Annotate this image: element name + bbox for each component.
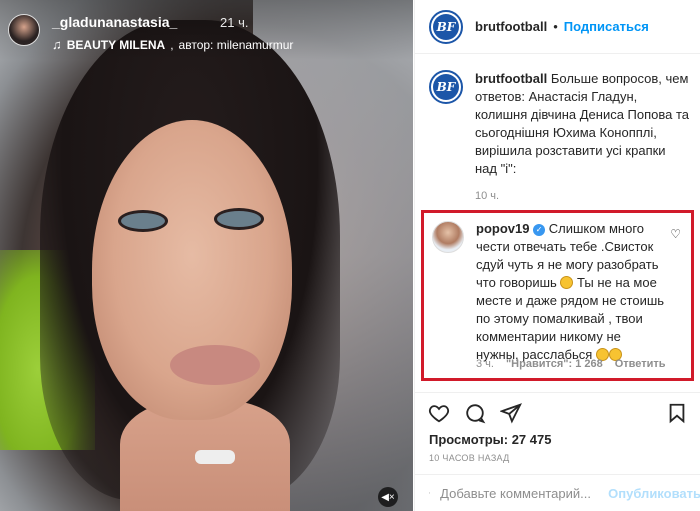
reply-button[interactable]: Ответить (615, 358, 666, 370)
music-author: автор: milenamurmur (178, 37, 294, 52)
music-title: BEAUTY MILENA (66, 37, 166, 52)
view-count[interactable]: Просмотры: 27 475 (429, 432, 551, 447)
comment-likes[interactable]: "Нравится": 1 268 (506, 358, 603, 370)
lips (170, 345, 260, 385)
comment-time[interactable]: 3 ч. (476, 358, 494, 370)
follow-button[interactable]: Подписаться (564, 19, 649, 34)
verified-icon: ✓ (533, 224, 546, 236)
comment-box: Опубликовать (415, 474, 700, 511)
right-eye (214, 208, 264, 230)
brutfootball-avatar[interactable]: BF (429, 9, 463, 44)
emoji-picker-icon[interactable] (429, 482, 431, 504)
music-note-icon: ♫ (52, 37, 62, 52)
mute-icon[interactable]: ◀× (378, 487, 398, 507)
comment-avatar[interactable] (432, 221, 464, 253)
highlighted-comment: popov19 ✓ Слишком много чести отвечать т… (421, 210, 694, 381)
thinking-emoji-icon (560, 276, 574, 289)
caption-avatar[interactable]: BF (429, 70, 463, 104)
post-username[interactable]: brutfootball (475, 19, 547, 34)
comment-icon[interactable] (463, 401, 487, 425)
story-time: 21 ч. (220, 15, 249, 30)
music-separator: , (170, 37, 174, 52)
post-sidebar: BF brutfootball • Подписаться BF brutfoo… (414, 0, 700, 511)
caption-time: 10 ч. (475, 190, 500, 202)
comment-meta: 3 ч. "Нравится": 1 268 Ответить (476, 358, 666, 370)
share-icon[interactable] (499, 401, 523, 425)
caption-body: Больше вопросов, чем ответов: Анастасія … (475, 71, 690, 176)
story-header: _gladunanastasia_ 21 ч. ♫ BEAUTY MILENA,… (0, 0, 413, 60)
story-avatar[interactable] (8, 14, 40, 46)
comment-input[interactable] (440, 485, 601, 501)
post-caption: BF brutfootball Больше вопросов, чем отв… (429, 70, 691, 202)
heart-icon[interactable] (427, 401, 451, 425)
caption-text: brutfootball Больше вопросов, чем ответо… (475, 70, 691, 178)
post-actions (415, 392, 700, 432)
left-eye (118, 210, 168, 232)
publish-button[interactable]: Опубликовать (608, 486, 700, 501)
bookmark-icon[interactable] (665, 401, 689, 425)
story-username[interactable]: _gladunanastasia_ (52, 14, 177, 30)
comment-body: popov19 ✓ Слишком много чести отвечать т… (476, 220, 665, 364)
story-music[interactable]: ♫ BEAUTY MILENA, автор: milenamurmur (52, 37, 293, 52)
post-header: BF brutfootball • Подписаться (415, 0, 700, 54)
separator-dot: • (553, 19, 558, 34)
necklace (195, 450, 235, 464)
caption-username[interactable]: brutfootball (475, 71, 547, 86)
posted-time: 10 ЧАСОВ НАЗАД (429, 453, 510, 463)
story-video[interactable]: _gladunanastasia_ 21 ч. ♫ BEAUTY MILENA,… (0, 0, 413, 511)
comment-like-heart-icon[interactable]: ♡ (670, 227, 681, 241)
comment-username[interactable]: popov19 (476, 221, 529, 236)
